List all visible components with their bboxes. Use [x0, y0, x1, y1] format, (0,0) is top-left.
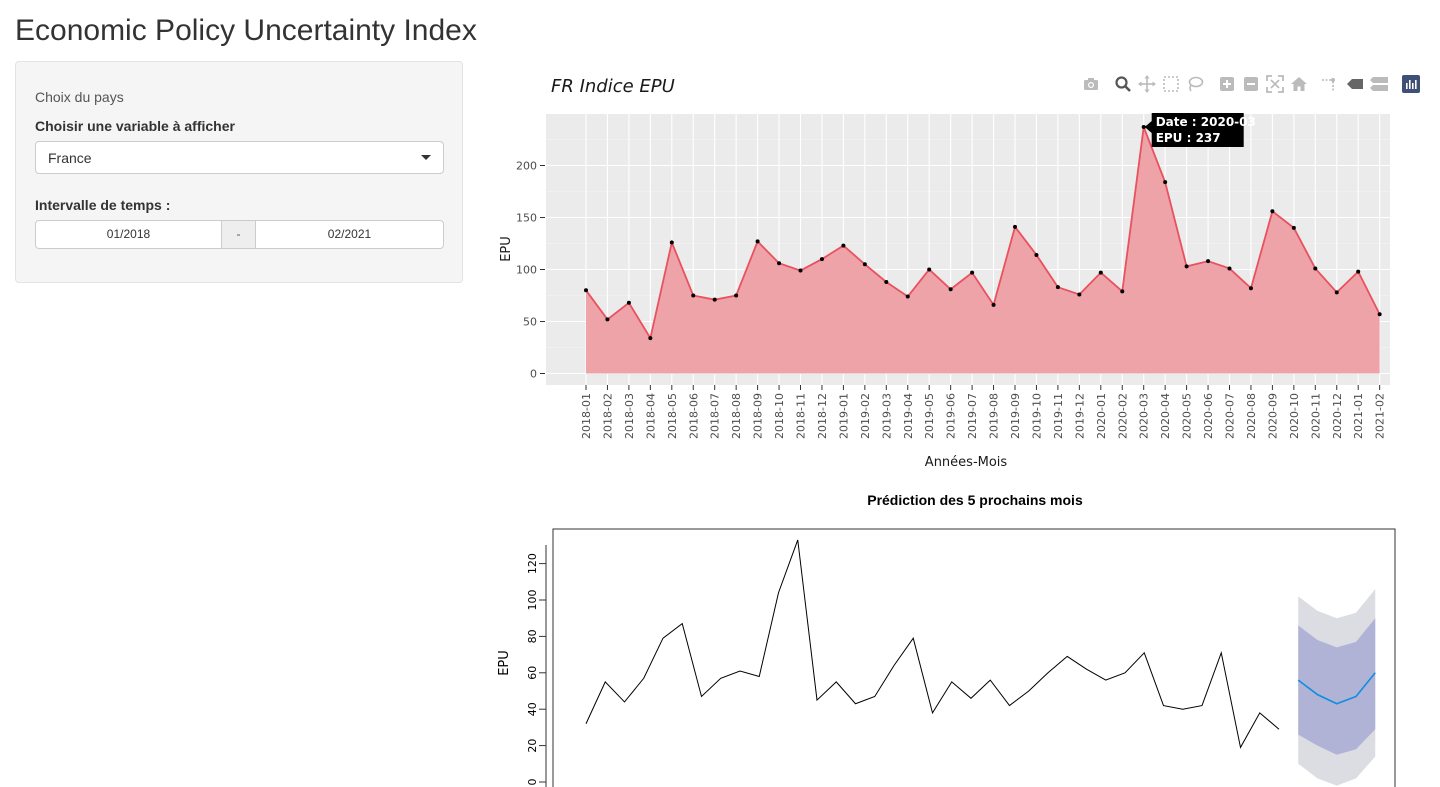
prediction-y-tick-label: 20	[526, 739, 539, 753]
prediction-y-tick-label: 0	[526, 779, 539, 786]
prediction-y-tick-label: 40	[526, 702, 539, 716]
prediction-y-axis-title: EPU	[497, 650, 512, 676]
prediction-chart: 0 20 40 60 80 100 120 EPU	[497, 528, 1396, 787]
history-line	[585, 539, 1280, 749]
prediction-y-tick-label: 120	[526, 553, 539, 574]
prediction-plot-frame	[552, 528, 1396, 787]
prediction-y-tick-label: 100	[526, 590, 539, 611]
prediction-y-tick-label: 80	[526, 629, 539, 643]
prediction-y-tick-label: 60	[526, 666, 539, 680]
